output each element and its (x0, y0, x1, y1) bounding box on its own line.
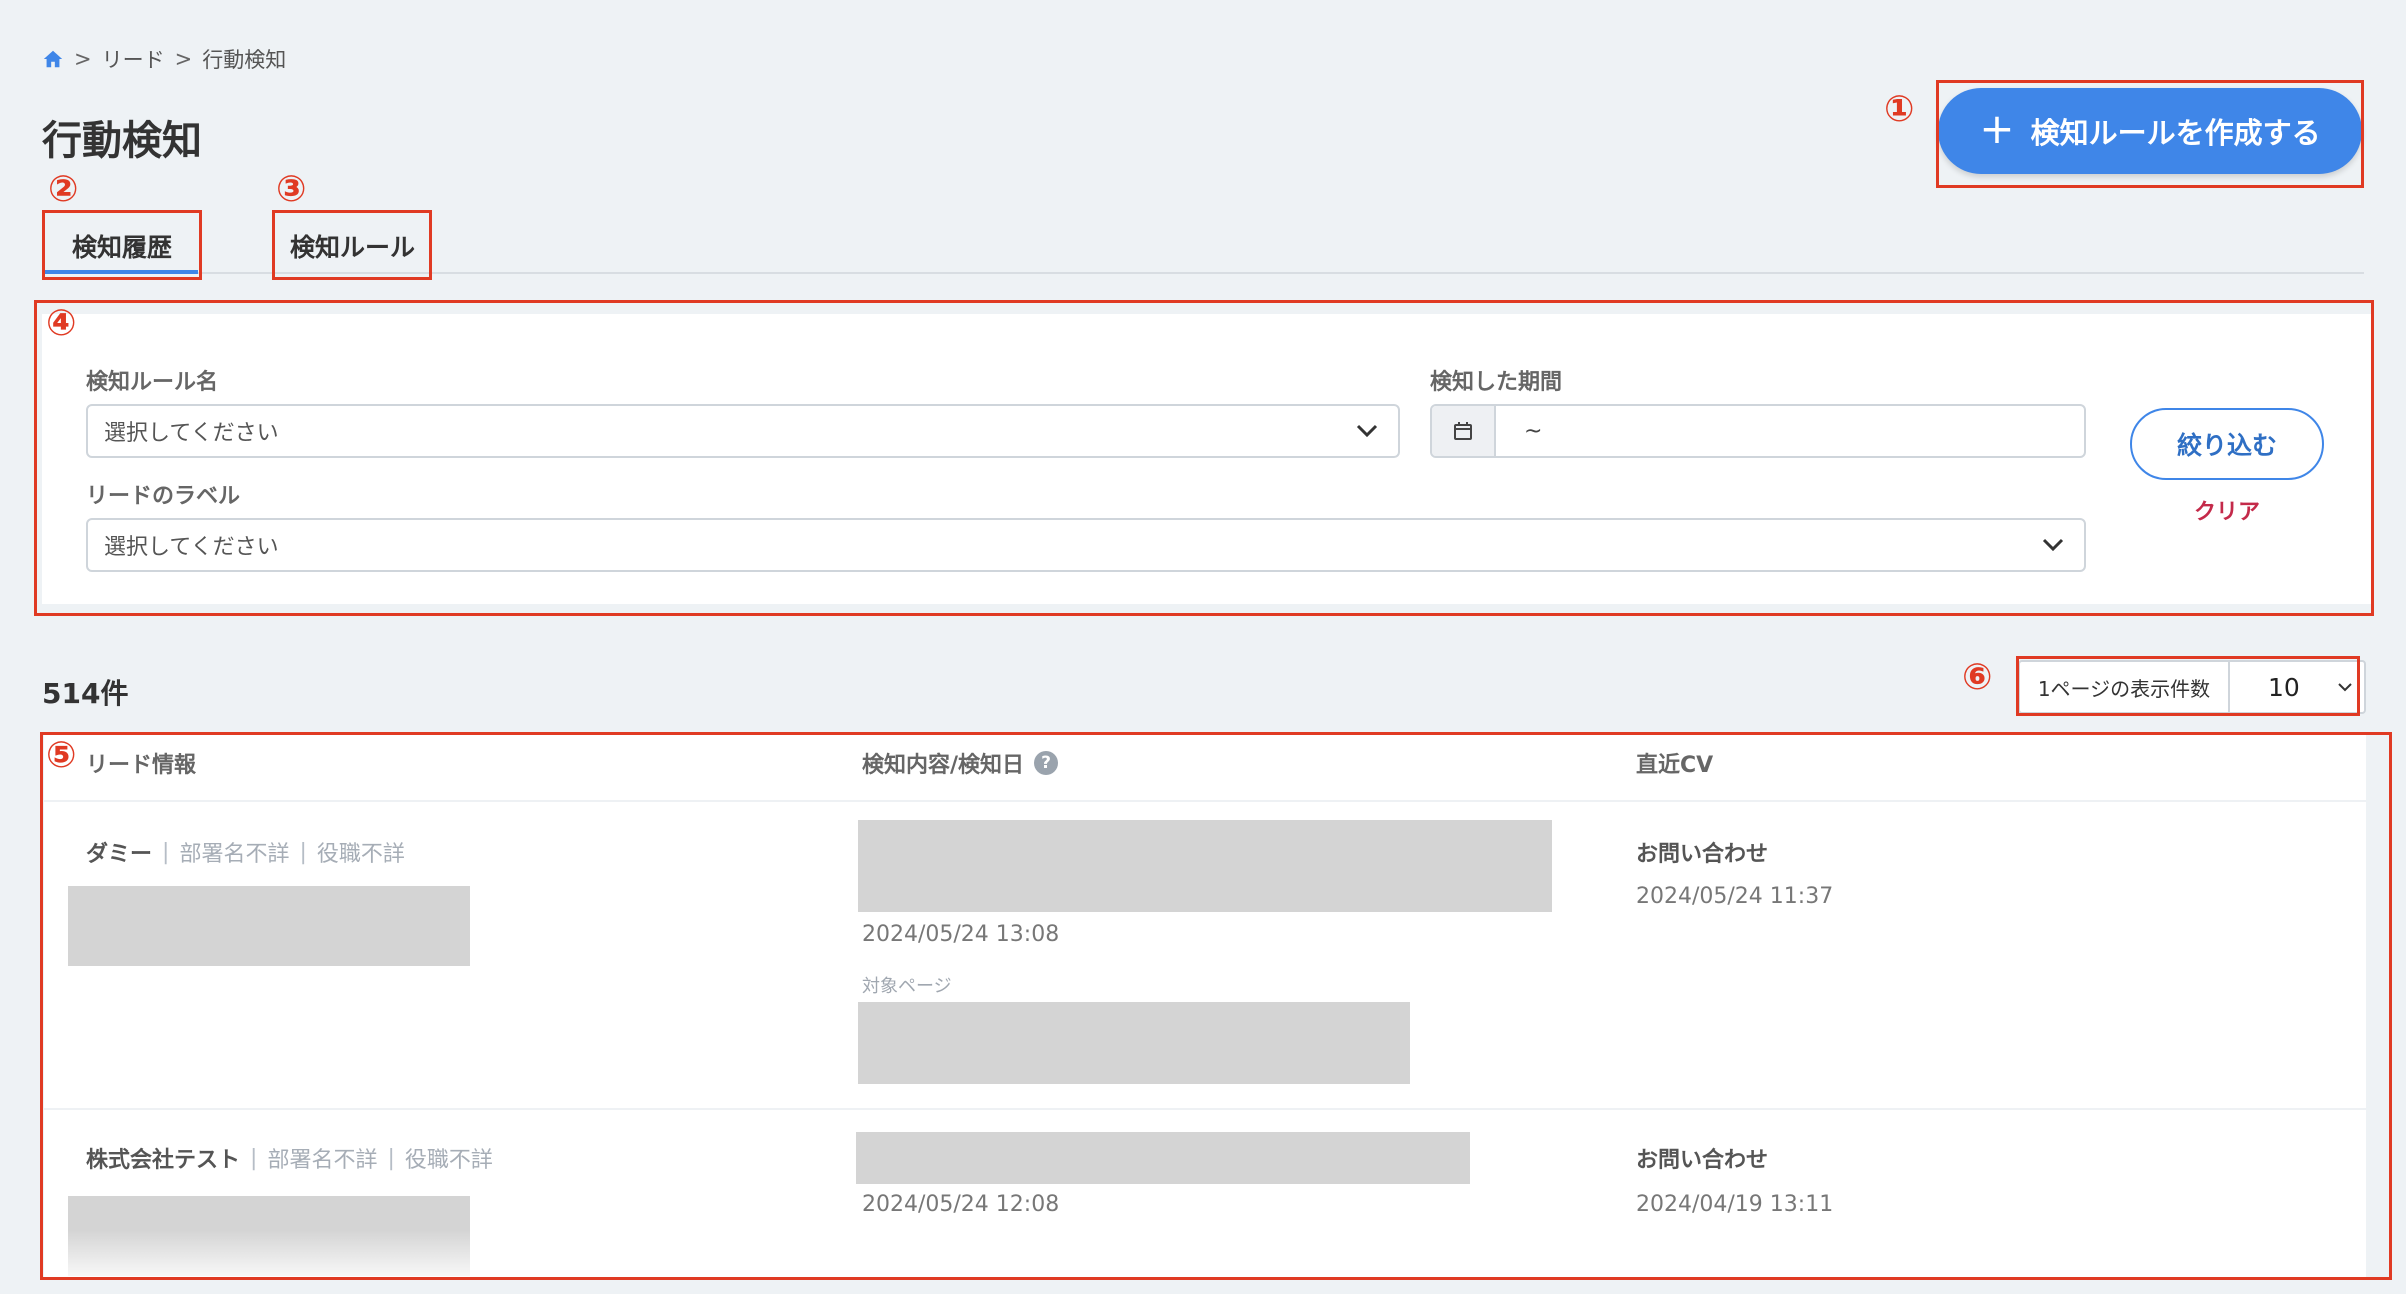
clear-filter-link[interactable]: クリア (2130, 494, 2324, 526)
lead-company-info[interactable]: 株式会社テスト | 部署名不詳 | 役職不詳 (86, 1142, 493, 1174)
lead-label-select[interactable]: 選択してください (86, 518, 2086, 572)
page-title: 行動検知 (42, 118, 202, 164)
redacted-target-page (858, 1002, 1410, 1084)
rule-name-select[interactable]: 選択してください (86, 404, 1400, 458)
redacted-detection-content (856, 1132, 1470, 1184)
home-icon[interactable] (42, 48, 64, 70)
rule-name-value: 選択してください (104, 421, 279, 446)
job-title: 役職不詳 (316, 842, 405, 867)
redacted-lead-details (68, 886, 470, 966)
row-divider (44, 800, 2366, 802)
recent-cv-title: お問い合わせ (1636, 1148, 1769, 1173)
breadcrumb-lead[interactable]: リード (102, 44, 165, 74)
separator: | (162, 839, 170, 865)
column-header-detection: 検知内容/検知日 ? (862, 748, 1059, 778)
recent-cv-title: お問い合わせ (1636, 842, 1769, 867)
recent-cv-date: 2024/04/19 13:11 (1636, 1192, 1834, 1217)
chevron-down-icon (1356, 424, 1378, 438)
tabs-divider (42, 272, 2364, 274)
create-rule-label: 検知ルールを作成する (2030, 116, 2321, 150)
redacted-detection-content (858, 820, 1552, 912)
annotation-marker-2: ② (48, 169, 79, 210)
period-label: 検知した期間 (1430, 370, 1563, 395)
breadcrumb: > リード > 行動検知 (42, 44, 286, 74)
tab-detection-history[interactable]: 検知履歴 (72, 228, 172, 264)
chevron-down-icon (2338, 682, 2352, 691)
lead-company-info[interactable]: ダミー | 部署名不詳 | 役職不詳 (86, 836, 405, 868)
separator: | (299, 839, 307, 865)
company-name: 株式会社テスト (86, 1148, 241, 1173)
row-divider (44, 1108, 2366, 1110)
target-page-label: 対象ページ (862, 976, 952, 997)
detection-date: 2024/05/24 13:08 (862, 922, 1060, 947)
rule-name-label: 検知ルール名 (86, 370, 219, 395)
apply-filter-button[interactable]: 絞り込む (2130, 408, 2324, 480)
company-name: ダミー (86, 842, 153, 867)
annotation-marker-6: ⑥ (1962, 657, 1993, 698)
annotation-marker-3: ③ (276, 169, 307, 210)
plus-icon: + (1979, 104, 2015, 153)
breadcrumb-separator: > (74, 47, 92, 71)
department: 部署名不詳 (267, 1148, 378, 1173)
lead-label-label: リードのラベル (86, 484, 241, 509)
annotation-marker-1: ① (1884, 89, 1915, 130)
per-page-value: 10 (2268, 672, 2300, 702)
calendar-icon[interactable] (1432, 406, 1496, 456)
recent-cv-date: 2024/05/24 11:37 (1636, 884, 1834, 909)
department: 部署名不詳 (179, 842, 290, 867)
annotation-marker-5: ⑤ (46, 735, 77, 776)
per-page-selector[interactable]: 1ページの表示件数 10 (2018, 660, 2366, 714)
chevron-down-icon (2042, 538, 2064, 552)
per-page-label: 1ページの表示件数 (2020, 662, 2230, 712)
period-date-range-input[interactable]: ~ (1430, 404, 2086, 458)
active-tab-indicator (44, 270, 198, 274)
detection-date: 2024/05/24 12:08 (862, 1192, 1060, 1217)
separator: | (387, 1145, 395, 1171)
per-page-select[interactable]: 10 (2230, 662, 2364, 712)
lead-label-value: 選択してください (104, 535, 279, 560)
scroll-fade (44, 1230, 2366, 1280)
separator: | (250, 1145, 258, 1171)
period-value: ~ (1524, 418, 1543, 444)
result-count: 514件 (42, 677, 129, 710)
breadcrumb-current: 行動検知 (202, 48, 287, 72)
create-rule-button[interactable]: + 検知ルールを作成する (1938, 88, 2362, 174)
tab-detection-rules[interactable]: 検知ルール (290, 228, 415, 264)
job-title: 役職不詳 (404, 1148, 493, 1173)
column-header-lead-info: リード情報 (86, 753, 197, 778)
column-header-recent-cv: 直近CV (1636, 753, 1714, 778)
annotation-marker-4: ④ (46, 303, 77, 344)
column-header-detection-label: 検知内容/検知日 (862, 753, 1025, 778)
help-icon[interactable]: ? (1034, 751, 1059, 775)
breadcrumb-separator: > (174, 47, 193, 71)
